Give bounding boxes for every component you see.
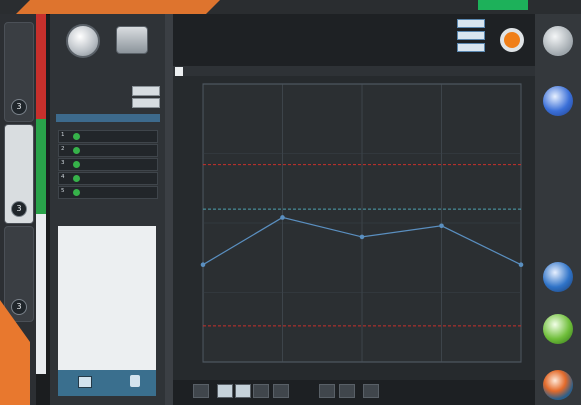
download-icon[interactable]	[130, 375, 140, 387]
step-status-icon	[73, 189, 80, 196]
zoom-in-button[interactable]	[253, 384, 269, 398]
param-field[interactable]	[132, 98, 160, 108]
info-row	[177, 28, 221, 34]
pan-button[interactable]	[235, 384, 251, 398]
chart-tab-bar	[173, 66, 535, 76]
step-index: 2	[61, 146, 65, 152]
record-button[interactable]	[500, 28, 524, 52]
print-button[interactable]	[363, 384, 379, 398]
station-tab-2[interactable]: 3	[4, 124, 34, 224]
chart-area	[173, 76, 535, 380]
status-stripe-green	[36, 119, 46, 214]
step-index: 1	[61, 132, 65, 138]
step-list-empty-area	[58, 226, 156, 371]
camera-icon[interactable]	[116, 26, 148, 54]
step-row[interactable]: 4	[58, 172, 158, 185]
step-row[interactable]: 5	[58, 186, 158, 199]
param-row	[56, 98, 160, 109]
logo-icon[interactable]	[543, 370, 573, 400]
zoom-out-button[interactable]	[193, 384, 209, 398]
step-list-header	[56, 114, 160, 122]
station-tab-number: 3	[11, 201, 27, 217]
data-point	[200, 262, 206, 267]
station-tab-1[interactable]: 3	[4, 22, 34, 122]
orange-accent-banner	[16, 0, 230, 14]
chart-view-button[interactable]	[78, 376, 92, 388]
step-row[interactable]: 1	[58, 130, 158, 143]
step-index: 4	[61, 174, 65, 180]
step-status-icon	[73, 161, 80, 168]
clock-icon[interactable]	[66, 24, 100, 58]
data-point	[359, 234, 365, 240]
test-info-header	[173, 14, 535, 66]
right-toolbar	[535, 14, 581, 405]
param-row	[56, 86, 160, 97]
step-status-icon	[73, 175, 80, 182]
panel-action-bar	[58, 370, 156, 396]
info-row	[177, 48, 221, 54]
panel-divider[interactable]	[165, 14, 173, 405]
refresh-icon[interactable]	[339, 384, 355, 398]
upload-icon[interactable]	[543, 314, 573, 344]
cursor-button[interactable]	[273, 384, 289, 398]
tab-plot[interactable]	[175, 67, 183, 76]
chart-toolbar	[173, 380, 535, 405]
step-row[interactable]: 3	[58, 158, 158, 171]
step-status-icon	[73, 147, 80, 154]
param-field[interactable]	[132, 86, 160, 96]
globe-icon[interactable]	[543, 262, 573, 292]
step-row[interactable]: 2	[58, 144, 158, 157]
info-row	[177, 18, 221, 24]
connection-status-bar	[478, 0, 528, 10]
home-button-icon[interactable]	[543, 26, 573, 56]
station-tab-number: 3	[11, 299, 27, 315]
step-index: 5	[61, 188, 65, 194]
control-panel: 1 2 3 4 5	[50, 14, 165, 405]
data-point	[439, 223, 444, 229]
step-status-icon	[73, 133, 80, 140]
export-button[interactable]	[319, 384, 335, 398]
status-stripe-white	[36, 214, 46, 374]
fit-view-button[interactable]	[217, 384, 233, 398]
stat-value	[457, 31, 485, 40]
data-point	[280, 215, 285, 220]
data-point	[518, 262, 524, 267]
station-tab-number: 3	[11, 99, 27, 115]
stat-value	[457, 43, 485, 52]
info-row	[177, 38, 221, 44]
station-tab-3[interactable]: 3	[4, 226, 34, 322]
line-chart	[200, 83, 524, 363]
settings-icon[interactable]	[543, 86, 573, 116]
stat-value	[457, 19, 485, 28]
step-index: 3	[61, 160, 65, 166]
status-stripe-red	[36, 14, 46, 119]
